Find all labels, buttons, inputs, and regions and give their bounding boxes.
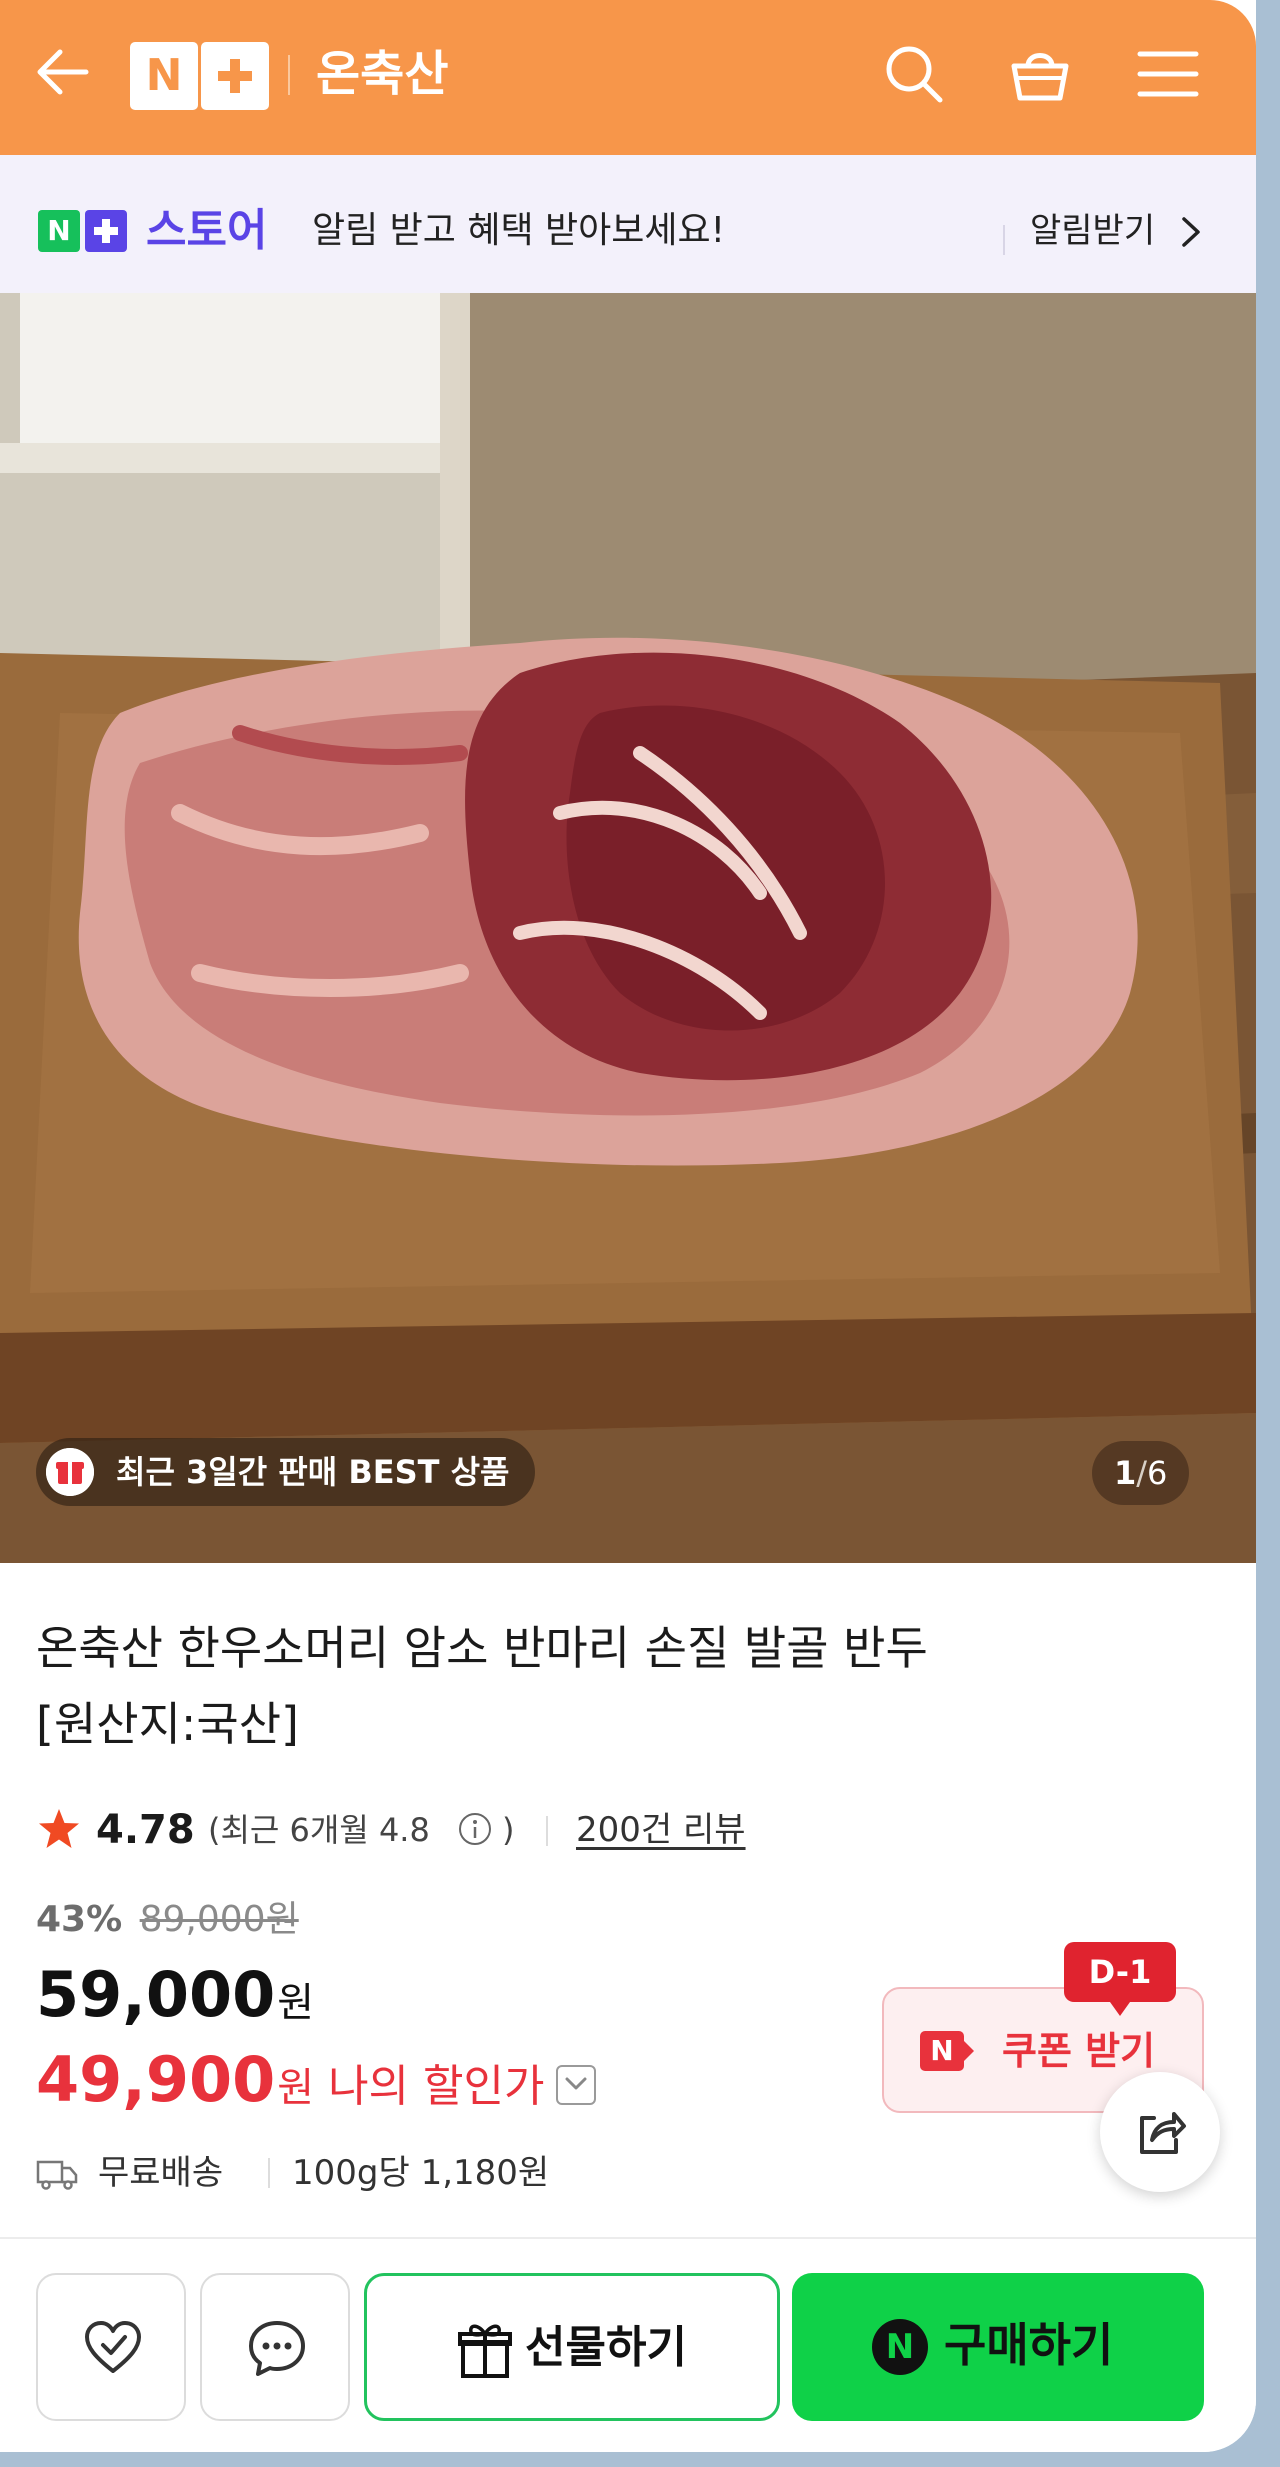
wishlist-button[interactable] [36,2273,186,2421]
buy-button-label: 구매하기 [944,2318,1114,2372]
my-price-unit: 원 [277,2065,315,2111]
my-discount-price[interactable]: 49,900원 나의 할인가 [36,2040,597,2136]
review-count-link[interactable]: 200건 리뷰 [576,1800,746,1860]
nplus-store-badge-plus-icon [85,210,127,252]
gift-button-label: 선물하기 [525,2322,687,2373]
nplus-logo-n[interactable]: N [130,42,198,110]
sale-price: 59,000원 [36,1955,314,2051]
sale-price-unit: 원 [277,1980,315,2026]
chevron-right-icon[interactable] [1178,215,1204,249]
unit-price: 100g당 1,180원 [292,2153,550,2193]
app-header: N 온축산 [0,0,1256,155]
product-image-gallery[interactable]: 최근 3일간 판매 BEST 상품 1/6 [0,293,1256,1563]
gift-box-icon [46,1448,94,1496]
my-price-label: 나의 할인가 [328,2061,545,2112]
original-price: 89,000원 [139,1899,299,1940]
shopping-basket-icon[interactable] [1004,38,1076,110]
naver-pay-n-icon: N [872,2319,928,2375]
current-image-index: 1 [1114,1454,1137,1492]
hamburger-menu-icon[interactable] [1132,38,1204,110]
notice-message: 알림 받고 혜택 받아보세요! [312,210,726,251]
product-title-line1: 온축산 한우소머리 암소 반마리 손질 발골 반두 [36,1621,928,1675]
gift-icon [458,2324,512,2378]
recent-rating: (최근 6개월 4.8 [208,1811,430,1849]
delivery-truck-icon [36,2160,78,2190]
best-seller-text: 최근 3일간 판매 BEST 상품 [116,1453,510,1491]
chevron-down-icon[interactable] [556,2065,597,2105]
rating-divider [546,1816,548,1846]
recent-rating-close: ) [502,1811,515,1849]
counter-separator: / [1136,1454,1148,1492]
header-divider [288,55,290,95]
chat-bubble-icon [249,2321,305,2376]
discount-row: 43% 89,000원 [36,1895,299,1945]
subscribe-alerts-link[interactable]: 알림받기 [1030,205,1155,257]
dday-badge: D-1 [1064,1942,1176,2016]
notice-divider [1003,225,1005,255]
product-title-line2: [원산지:국산] [36,1697,299,1751]
chat-button[interactable] [200,2273,350,2421]
rating-score: 4.78 [96,1807,195,1853]
total-images: 6 [1147,1454,1168,1492]
discount-percent: 43% [36,1899,123,1940]
star-icon [39,1809,79,1848]
image-counter: 1/6 [1092,1441,1190,1505]
shop-name[interactable]: 온축산 [316,42,448,106]
store-label: 스토어 [146,205,268,256]
info-icon[interactable] [458,1812,492,1846]
nplus-store-badge-n: N [38,210,80,252]
sale-price-value: 59,000 [36,1958,276,2031]
my-price-value: 49,900 [36,2043,276,2116]
product-page: N 온축산 N 스토어 알림 받고 혜택 받아보세요! 알림받기 최근 3일간 … [0,0,1256,2452]
product-title: 온축산 한우소머리 암소 반마리 손질 발골 반두 [원산지:국산] [36,1610,1116,1762]
coupon-label: 쿠폰 받기 [1002,2029,1156,2073]
nplus-logo-plus-icon[interactable] [201,42,269,110]
gift-button[interactable]: 선물하기 [364,2273,780,2421]
search-icon[interactable] [878,38,950,110]
bottom-action-bar: 선물하기 N 구매하기 [0,2237,1256,2452]
buy-button[interactable]: N 구매하기 [792,2273,1204,2421]
free-shipping: 무료배송 [98,2153,224,2193]
share-button[interactable] [1100,2072,1220,2192]
heart-check-icon [85,2321,141,2373]
shipping-divider [268,2158,270,2188]
coupon-n-logo: N [920,2031,974,2071]
notification-banner[interactable]: N 스토어 알림 받고 혜택 받아보세요! 알림받기 [0,155,1256,293]
share-icon [1140,2112,1186,2154]
best-seller-badge: 최근 3일간 판매 BEST 상품 [36,1438,536,1506]
beef-head-meat-photo [0,293,1256,1563]
back-arrow-icon[interactable] [32,42,92,102]
